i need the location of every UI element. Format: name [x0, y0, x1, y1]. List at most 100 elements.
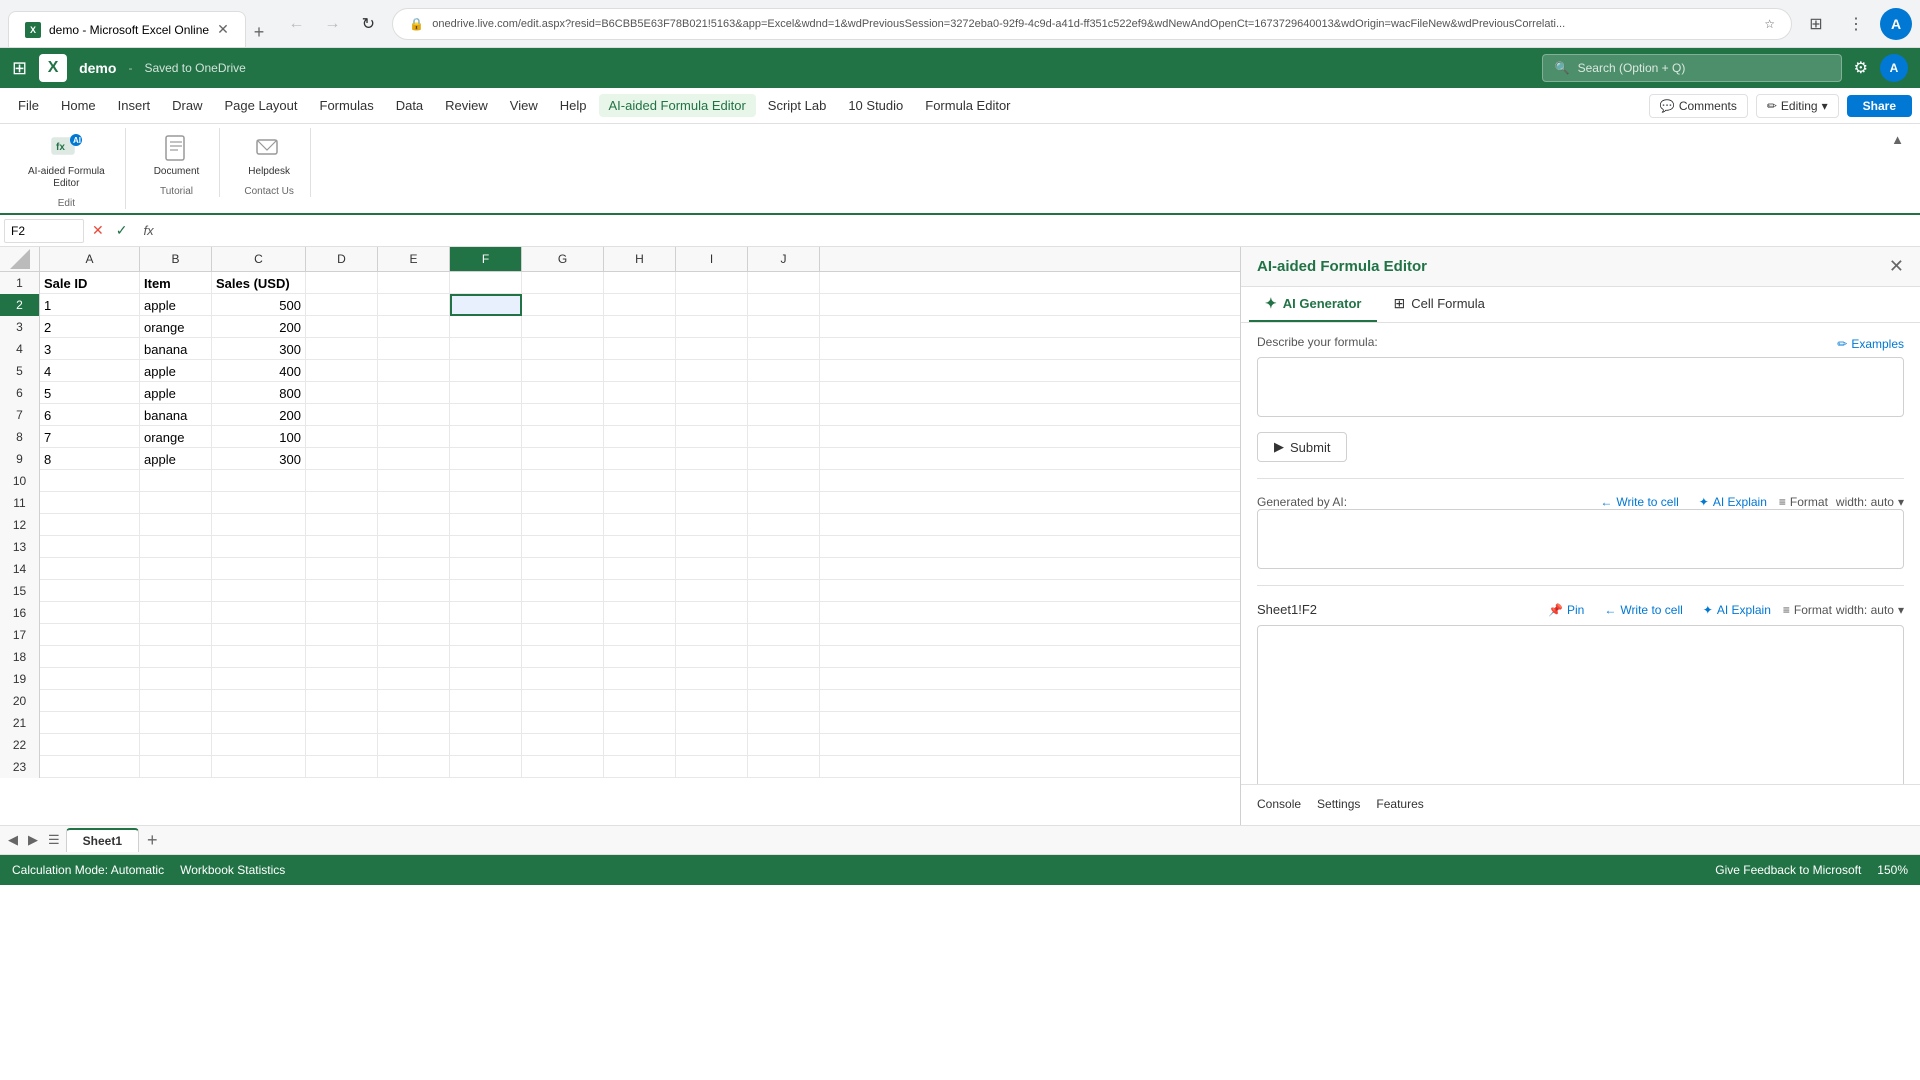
cell-a21[interactable]	[40, 712, 140, 734]
cell-g20[interactable]	[522, 690, 604, 712]
cell-d23[interactable]	[306, 756, 378, 778]
cell-d11[interactable]	[306, 492, 378, 514]
cell-f6[interactable]	[450, 382, 522, 404]
cell-e7[interactable]	[378, 404, 450, 426]
cell-g12[interactable]	[522, 514, 604, 536]
cell-g3[interactable]	[522, 316, 604, 338]
settings-icon[interactable]: ⚙	[1854, 58, 1868, 78]
cell-h4[interactable]	[604, 338, 676, 360]
write-to-cell-btn-2[interactable]: ← Write to cell	[1604, 603, 1682, 617]
forward-button[interactable]: →	[316, 8, 348, 40]
cell-e5[interactable]	[378, 360, 450, 382]
sheet-nav-left[interactable]: ◀	[4, 828, 22, 852]
cell-g22[interactable]	[522, 734, 604, 756]
menu-home[interactable]: Home	[51, 94, 106, 117]
cell-c10[interactable]	[212, 470, 306, 492]
cell-d2[interactable]	[306, 294, 378, 316]
cell-e22[interactable]	[378, 734, 450, 756]
cell-e4[interactable]	[378, 338, 450, 360]
cell-a16[interactable]	[40, 602, 140, 624]
cell-b23[interactable]	[140, 756, 212, 778]
cell-i15[interactable]	[676, 580, 748, 602]
cell-g17[interactable]	[522, 624, 604, 646]
comments-button[interactable]: 💬 Comments	[1649, 94, 1748, 118]
cell-d10[interactable]	[306, 470, 378, 492]
cell-i9[interactable]	[676, 448, 748, 470]
cell-c6[interactable]: 800	[212, 382, 306, 404]
cell-b8[interactable]: orange	[140, 426, 212, 448]
cell-e15[interactable]	[378, 580, 450, 602]
active-tab[interactable]: X demo - Microsoft Excel Online ✕	[8, 11, 246, 47]
cell-d16[interactable]	[306, 602, 378, 624]
back-button[interactable]: ←	[280, 8, 312, 40]
cell-c15[interactable]	[212, 580, 306, 602]
cell-h20[interactable]	[604, 690, 676, 712]
menu-insert[interactable]: Insert	[108, 94, 161, 117]
cell-j9[interactable]	[748, 448, 820, 470]
cell-c8[interactable]: 100	[212, 426, 306, 448]
cell-f4[interactable]	[450, 338, 522, 360]
cell-a2[interactable]: 1	[40, 294, 140, 316]
col-header-h[interactable]: H	[604, 247, 676, 271]
cell-h9[interactable]	[604, 448, 676, 470]
menu-formulaeditor[interactable]: Formula Editor	[915, 94, 1020, 117]
cell-c1[interactable]: Sales (USD)	[212, 272, 306, 294]
cell-j16[interactable]	[748, 602, 820, 624]
cell-e3[interactable]	[378, 316, 450, 338]
menu-view[interactable]: View	[500, 94, 548, 117]
cell-j20[interactable]	[748, 690, 820, 712]
format-dropdown-2[interactable]: ≡ Format width: auto ▾	[1783, 603, 1904, 617]
add-sheet-button[interactable]: +	[141, 828, 164, 853]
cell-e6[interactable]	[378, 382, 450, 404]
cell-a3[interactable]: 2	[40, 316, 140, 338]
cell-b9[interactable]: apple	[140, 448, 212, 470]
tab-ai-generator[interactable]: ✦ AI Generator	[1249, 287, 1377, 322]
cell-i19[interactable]	[676, 668, 748, 690]
cell-f23[interactable]	[450, 756, 522, 778]
cell-i11[interactable]	[676, 492, 748, 514]
cell-f9[interactable]	[450, 448, 522, 470]
cell-e2[interactable]	[378, 294, 450, 316]
cell-a6[interactable]: 5	[40, 382, 140, 404]
cell-c7[interactable]: 200	[212, 404, 306, 426]
cell-c3[interactable]: 200	[212, 316, 306, 338]
cell-f11[interactable]	[450, 492, 522, 514]
cell-b12[interactable]	[140, 514, 212, 536]
menu-draw[interactable]: Draw	[162, 94, 212, 117]
cell-d18[interactable]	[306, 646, 378, 668]
cell-h1[interactable]	[604, 272, 676, 294]
cell-e21[interactable]	[378, 712, 450, 734]
cell-a5[interactable]: 4	[40, 360, 140, 382]
cell-c18[interactable]	[212, 646, 306, 668]
cell-j17[interactable]	[748, 624, 820, 646]
cell-j5[interactable]	[748, 360, 820, 382]
cell-c16[interactable]	[212, 602, 306, 624]
generated-output-box[interactable]	[1257, 509, 1904, 569]
cell-i21[interactable]	[676, 712, 748, 734]
cell-e14[interactable]	[378, 558, 450, 580]
profile-button[interactable]: A	[1880, 8, 1912, 40]
profile-avatar[interactable]: A	[1880, 54, 1908, 82]
col-header-e[interactable]: E	[378, 247, 450, 271]
cell-b21[interactable]	[140, 712, 212, 734]
cell-c20[interactable]	[212, 690, 306, 712]
col-header-g[interactable]: G	[522, 247, 604, 271]
cell-j11[interactable]	[748, 492, 820, 514]
cell-e16[interactable]	[378, 602, 450, 624]
cell-e11[interactable]	[378, 492, 450, 514]
cell-e18[interactable]	[378, 646, 450, 668]
cell-d22[interactable]	[306, 734, 378, 756]
cell-b6[interactable]: apple	[140, 382, 212, 404]
cell-a14[interactable]	[40, 558, 140, 580]
cell-b1[interactable]: Item	[140, 272, 212, 294]
cell-f12[interactable]	[450, 514, 522, 536]
cell-i8[interactable]	[676, 426, 748, 448]
cell-b11[interactable]	[140, 492, 212, 514]
cell-b2[interactable]: apple	[140, 294, 212, 316]
cell-d5[interactable]	[306, 360, 378, 382]
cell-j14[interactable]	[748, 558, 820, 580]
search-box[interactable]: 🔍 Search (Option + Q)	[1542, 54, 1842, 82]
cell-i13[interactable]	[676, 536, 748, 558]
cell-h10[interactable]	[604, 470, 676, 492]
cell-a17[interactable]	[40, 624, 140, 646]
